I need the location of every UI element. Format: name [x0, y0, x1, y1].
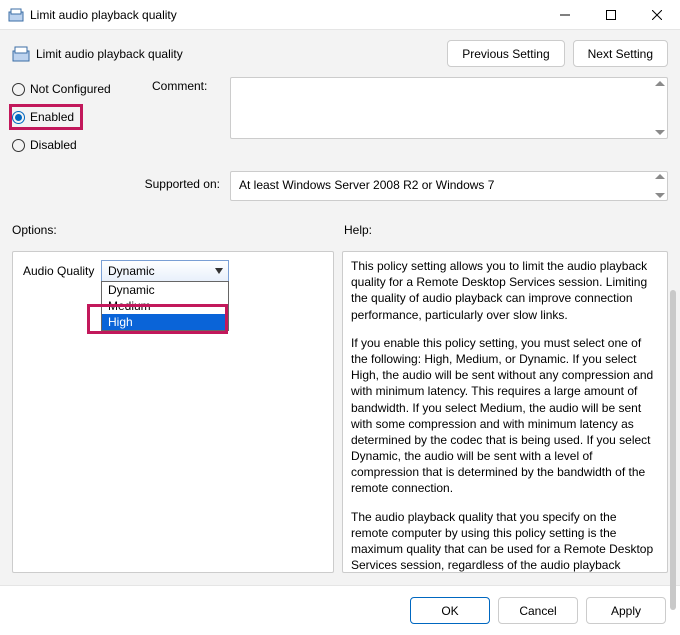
comment-textarea[interactable] — [230, 77, 668, 139]
options-label: Options: — [12, 223, 344, 237]
title-bar: Limit audio playback quality — [0, 0, 680, 30]
content-area: Limit audio playback quality Previous Se… — [0, 30, 680, 585]
policy-icon — [12, 45, 30, 63]
radio-disabled[interactable]: Disabled — [12, 135, 152, 155]
previous-setting-button[interactable]: Previous Setting — [447, 40, 564, 67]
radio-icon — [12, 111, 25, 124]
combobox-value: Dynamic — [108, 264, 155, 278]
supported-on-label: Supported on: — [12, 171, 230, 201]
cancel-button[interactable]: Cancel — [498, 597, 578, 624]
scroll-up-icon[interactable] — [655, 174, 665, 179]
policy-title: Limit audio playback quality — [36, 47, 447, 61]
app-icon — [8, 7, 24, 23]
next-setting-button[interactable]: Next Setting — [573, 40, 668, 67]
dialog-footer: OK Cancel Apply — [0, 585, 680, 635]
audio-quality-combobox[interactable]: Dynamic — [101, 260, 229, 282]
supported-on-field: At least Windows Server 2008 R2 or Windo… — [230, 171, 668, 201]
option-dynamic[interactable]: Dynamic — [102, 282, 228, 298]
audio-quality-label: Audio Quality — [23, 260, 101, 278]
radio-label: Enabled — [30, 110, 74, 124]
scrollbar-thumb[interactable] — [670, 290, 676, 610]
radio-icon — [12, 83, 25, 96]
option-high[interactable]: High — [102, 314, 228, 330]
help-panel: This policy setting allows you to limit … — [342, 251, 668, 573]
maximize-button[interactable] — [588, 0, 634, 30]
minimize-button[interactable] — [542, 0, 588, 30]
window-title: Limit audio playback quality — [30, 8, 542, 22]
radio-label: Disabled — [30, 138, 77, 152]
scroll-up-icon[interactable] — [655, 81, 665, 86]
comment-label: Comment: — [152, 77, 230, 163]
radio-icon — [12, 139, 25, 152]
scroll-down-icon[interactable] — [655, 130, 665, 135]
close-button[interactable] — [634, 0, 680, 30]
scroll-down-icon[interactable] — [655, 193, 665, 198]
sub-header: Limit audio playback quality Previous Se… — [12, 40, 668, 67]
help-paragraph: The audio playback quality that you spec… — [351, 509, 657, 573]
audio-quality-listbox[interactable]: Dynamic Medium High — [101, 281, 229, 331]
help-paragraph: This policy setting allows you to limit … — [351, 258, 657, 323]
help-paragraph: If you enable this policy setting, you m… — [351, 335, 657, 497]
option-medium[interactable]: Medium — [102, 298, 228, 314]
radio-label: Not Configured — [30, 82, 111, 96]
state-radio-group: Not Configured Enabled Disabled — [12, 77, 152, 163]
supported-on-text: At least Windows Server 2008 R2 or Windo… — [239, 178, 494, 192]
radio-enabled[interactable]: Enabled — [12, 107, 80, 127]
radio-not-configured[interactable]: Not Configured — [12, 79, 152, 99]
chevron-down-icon[interactable] — [210, 261, 228, 281]
ok-button[interactable]: OK — [410, 597, 490, 624]
help-label: Help: — [344, 223, 372, 237]
options-panel: Audio Quality Dynamic Dynamic Medium Hig… — [12, 251, 334, 573]
apply-button[interactable]: Apply — [586, 597, 666, 624]
